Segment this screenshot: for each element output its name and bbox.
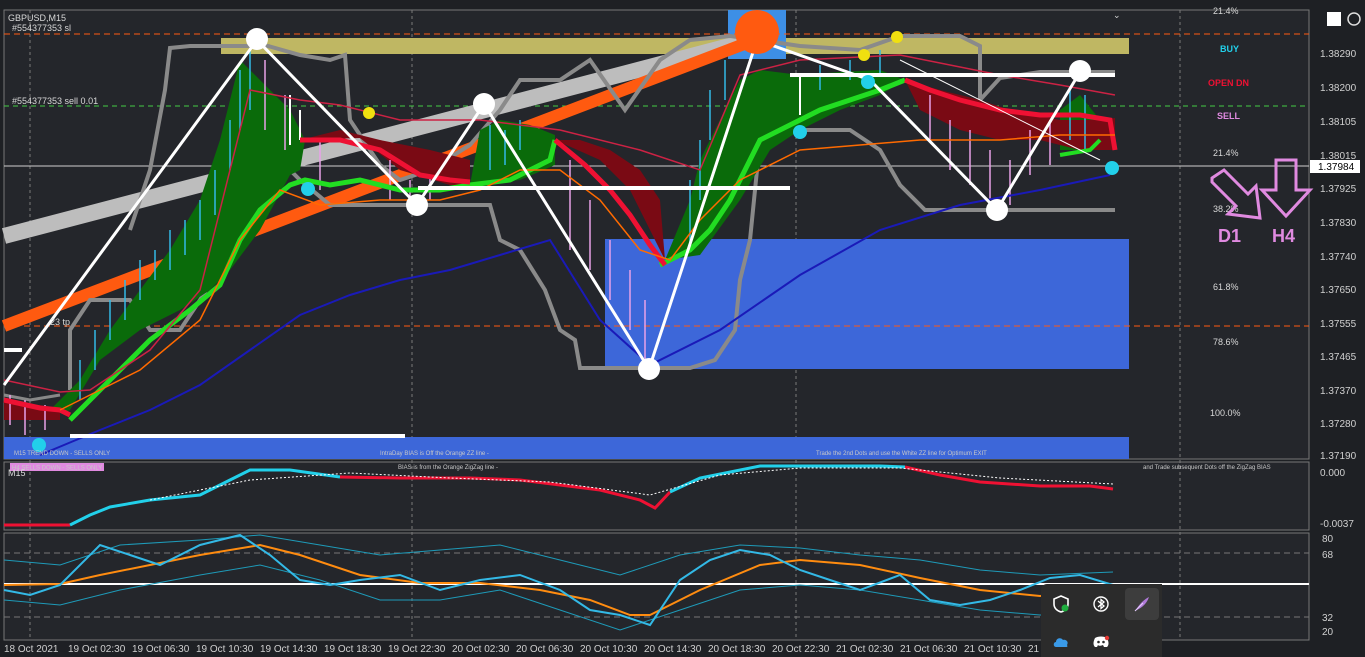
bluetooth-icon[interactable] (1087, 590, 1115, 618)
time-tick: 21 Oct 06:30 (900, 644, 958, 655)
cyan-dot-5 (32, 438, 46, 452)
swing-low-dot-2 (638, 358, 660, 380)
chart-canvas[interactable]: GBPUSD,M15 #554377353 sl #554377353 sell… (0, 0, 1365, 657)
yellow-dot-1 (363, 107, 375, 119)
sub1-scale-top: 0.000 (1320, 468, 1345, 479)
time-tick: 19 Oct 22:30 (388, 644, 446, 655)
time-tick: 20 Oct 02:30 (452, 644, 510, 655)
cyan-dot-4 (1105, 161, 1119, 175)
price-tick: 1.37555 (1320, 319, 1357, 330)
time-tick: 20 Oct 10:30 (580, 644, 638, 655)
time-tick: 19 Oct 06:30 (132, 644, 190, 655)
feather-icon[interactable] (1125, 588, 1159, 620)
fib-label: 78.6% (1213, 337, 1239, 347)
swing-high-dot-3 (1069, 60, 1091, 82)
sub2-level: 80 (1322, 534, 1334, 545)
discord-icon[interactable] (1087, 628, 1115, 656)
time-tick: 19 Oct 14:30 (260, 644, 318, 655)
sub2-level: 32 (1322, 613, 1334, 624)
fib-zone (605, 239, 1129, 369)
sell-label: #554377353 sell 0.01 (12, 96, 98, 106)
time-tick: 20 Oct 14:30 (644, 644, 702, 655)
sub1-bias-note: BIAS is from the Orange ZigZag line - (398, 465, 498, 471)
sub1-label: M15 (8, 468, 26, 478)
time-tick: 21 Oct 02:30 (836, 644, 894, 655)
time-tick: 20 Oct 18:30 (708, 644, 766, 655)
price-tick: 1.38105 (1320, 117, 1357, 128)
time-tick: 20 Oct 06:30 (516, 644, 574, 655)
sub1-dots-note: and Trade subsequent Dots off the ZigZag… (1143, 465, 1271, 471)
exit-note: Trade the 2nd Dots and use the White ZZ … (816, 451, 987, 457)
signal-buy: BUY (1220, 44, 1239, 54)
sub1-scale-bottom: -0.0037 (1320, 519, 1354, 530)
price-tick: 1.37190 (1320, 451, 1357, 462)
yellow-dot-3 (891, 31, 903, 43)
maximize-icon[interactable] (1327, 12, 1341, 26)
sub2-level: 68 (1322, 550, 1334, 561)
price-tick: 1.37370 (1320, 386, 1357, 397)
time-tick: 21 (1028, 644, 1040, 655)
price-tick: 1.37465 (1320, 352, 1357, 363)
sub2-level: 20 (1322, 627, 1334, 638)
time-tick: 21 Oct 10:30 (964, 644, 1022, 655)
price-tick: 1.38200 (1320, 83, 1357, 94)
sub1-trend-badge: H4 SELLS DOWN - SELLS ONLY (12, 466, 102, 472)
fib-label: 21.4% (1213, 148, 1239, 158)
bias-note: IntraDay BIAS is Off the Orange ZZ line … (380, 451, 489, 457)
h4-label: H4 (1272, 226, 1295, 246)
time-axis[interactable]: 18 Oct 2021 19 Oct 02:30 19 Oct 06:30 19… (4, 644, 1040, 655)
current-price: 1.37984 (1318, 162, 1355, 173)
trend-badge: M15 TREND DOWN - SELLS ONLY (14, 451, 110, 457)
time-tick: 20 Oct 22:30 (772, 644, 830, 655)
price-tick: 1.37830 (1320, 218, 1357, 229)
chevron-down-icon[interactable]: ⌄ (1113, 10, 1121, 20)
time-tick: 18 Oct 2021 (4, 644, 59, 655)
signal-open-dn: OPEN DN (1208, 78, 1249, 88)
time-tick: 19 Oct 18:30 (324, 644, 382, 655)
symbol-title: GBPUSD,M15 (8, 13, 66, 23)
swing-low-dot-1 (406, 194, 428, 216)
fib-label: 21.4% (1213, 6, 1239, 16)
swing-high-dot-1 (246, 28, 268, 50)
tray-overflow-popup (1041, 584, 1162, 657)
tp-label: 23 tp (50, 317, 70, 327)
signal-sell: SELL (1217, 111, 1241, 121)
yellow-dot-2 (858, 49, 870, 61)
shield-icon[interactable] (1047, 590, 1075, 618)
price-tick: 1.37925 (1320, 184, 1357, 195)
cloud-icon[interactable] (1047, 628, 1075, 656)
fib-label: 100.0% (1210, 408, 1241, 418)
time-tick: 19 Oct 02:30 (68, 644, 126, 655)
price-tick: 1.37650 (1320, 285, 1357, 296)
cyan-dot-3 (861, 75, 875, 89)
time-tick: 19 Oct 10:30 (196, 644, 254, 655)
price-tick: 1.38290 (1320, 49, 1357, 60)
cyan-dot-1 (301, 182, 315, 196)
cyan-dot-2 (793, 125, 807, 139)
fib-label: 61.8% (1213, 282, 1239, 292)
sl-label: #554377353 sl (12, 23, 71, 33)
swing-low-dot-3 (986, 199, 1008, 221)
swing-high-dot-2 (473, 93, 495, 115)
price-tick: 1.37740 (1320, 252, 1357, 263)
d1-label: D1 (1218, 226, 1241, 246)
swing-top-dot (735, 10, 779, 54)
price-tick: 1.37280 (1320, 419, 1357, 430)
